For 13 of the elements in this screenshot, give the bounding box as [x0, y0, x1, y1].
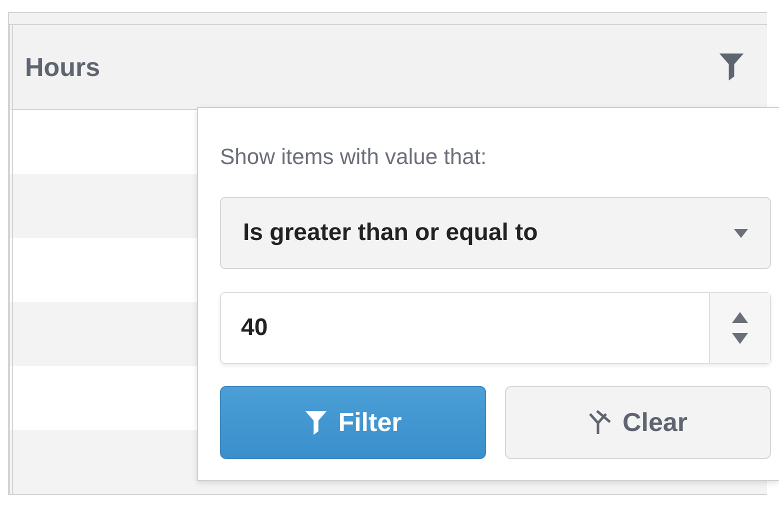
clear-filter-icon [588, 410, 612, 436]
column-title: Hours [25, 52, 100, 82]
filter-prompt: Show items with value that: [220, 143, 488, 171]
caret-icon [734, 228, 748, 238]
filter-button[interactable]: Filter [220, 386, 486, 459]
decrement-arrow-icon[interactable] [732, 333, 748, 344]
increment-arrow-icon[interactable] [732, 312, 748, 323]
column-header[interactable]: Hours [9, 25, 767, 110]
filter-icon[interactable] [718, 52, 745, 82]
value-field[interactable]: 40 [220, 292, 771, 364]
filter-icon [304, 410, 328, 436]
clear-button[interactable]: Clear [505, 386, 771, 459]
operator-dropdown[interactable]: Is greater than or equal to [220, 197, 771, 269]
